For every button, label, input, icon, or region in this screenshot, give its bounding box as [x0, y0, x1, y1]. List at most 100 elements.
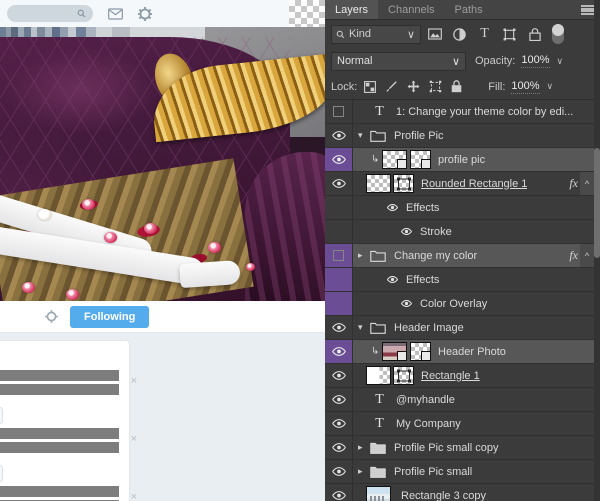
table-row[interactable]: ▸ Profile Pic small	[325, 460, 600, 484]
layer-visibility-toggle[interactable]	[325, 292, 353, 315]
layer-effects-badge[interactable]: fx	[569, 244, 578, 267]
dismiss-icon[interactable]: ×	[131, 375, 137, 387]
fill-value[interactable]: 100%	[511, 80, 540, 94]
list-item[interactable]: ×	[0, 370, 137, 400]
layer-visibility-toggle[interactable]	[325, 412, 353, 435]
table-row[interactable]: ▾ Profile Pic	[325, 124, 600, 148]
layer-visibility-toggle[interactable]	[325, 148, 353, 171]
table-row[interactable]: T 1: Change your theme color by edi...	[325, 100, 600, 124]
mail-icon[interactable]	[108, 7, 123, 20]
eye-icon[interactable]	[387, 276, 400, 283]
layer-mask-thumbnail[interactable]	[410, 342, 431, 361]
layer-visibility-toggle[interactable]	[325, 484, 353, 501]
opacity-value[interactable]: 100%	[521, 54, 550, 68]
layer-thumbnail[interactable]	[366, 174, 391, 193]
layer-visibility-toggle[interactable]	[325, 124, 353, 147]
chevron-right-icon[interactable]: ▸	[358, 250, 370, 261]
eye-icon[interactable]	[387, 204, 400, 211]
settings-gear-icon[interactable]	[45, 310, 58, 323]
layer-visibility-toggle[interactable]	[325, 340, 353, 363]
chevron-down-icon[interactable]: ▾	[358, 322, 370, 333]
layer-effects-badge[interactable]: fx	[569, 172, 578, 195]
chevron-right-icon[interactable]: ▸	[358, 466, 370, 477]
lock-image-pixels-icon[interactable]	[385, 80, 398, 93]
panel-scrollbar[interactable]	[594, 0, 600, 501]
layer-thumbnail[interactable]	[382, 150, 407, 169]
hamburger-menu-icon[interactable]	[581, 5, 594, 15]
type-layer-filter-icon[interactable]: T	[473, 23, 496, 45]
tab-paths[interactable]: Paths	[445, 0, 493, 19]
layer-name: Profile Pic	[394, 129, 444, 142]
filter-toggle-switch[interactable]	[552, 24, 564, 44]
table-row[interactable]: T @myhandle	[325, 388, 600, 412]
lock-artboard-nesting-icon[interactable]	[429, 80, 442, 93]
fill-chevron-icon[interactable]: ∨	[547, 81, 554, 92]
layer-visibility-toggle[interactable]	[325, 268, 353, 291]
table-row[interactable]: Rectangle 3 copy	[325, 484, 600, 501]
webpage-topbar	[0, 0, 325, 27]
layer-mask-thumbnail[interactable]	[410, 150, 431, 169]
search-input[interactable]	[7, 5, 93, 22]
table-row[interactable]: ▸ Change my color fx ^	[325, 244, 600, 268]
dismiss-icon[interactable]: ×	[131, 491, 137, 501]
layer-name: @myhandle	[396, 393, 455, 406]
follow-button[interactable]: Follow	[0, 465, 3, 482]
suggestion-lines	[0, 486, 119, 501]
table-row[interactable]: Stroke	[325, 220, 600, 244]
layer-visibility-toggle[interactable]	[325, 388, 353, 411]
eye-icon[interactable]	[401, 300, 414, 307]
chevron-down-icon[interactable]: ▾	[358, 130, 370, 141]
layer-visibility-toggle[interactable]	[325, 364, 353, 387]
tab-channels[interactable]: Channels	[378, 0, 444, 19]
layer-visibility-toggle[interactable]	[325, 172, 353, 195]
layer-name: Effects	[406, 201, 440, 214]
lock-transparent-pixels-icon[interactable]	[364, 80, 377, 93]
lock-position-icon[interactable]	[407, 80, 420, 93]
layer-visibility-toggle[interactable]	[325, 460, 353, 483]
dismiss-icon[interactable]: ×	[131, 433, 137, 445]
follow-button[interactable]: Follow	[0, 407, 3, 424]
following-button[interactable]: Following	[70, 305, 150, 328]
layer-visibility-toggle[interactable]	[325, 220, 353, 243]
collapse-effects-icon[interactable]: ^	[580, 244, 594, 267]
pixel-layer-filter-icon[interactable]	[423, 23, 446, 45]
table-row[interactable]: Effects	[325, 196, 600, 220]
layer-visibility-toggle[interactable]	[325, 436, 353, 459]
shape-layer-filter-icon[interactable]	[498, 23, 521, 45]
layer-thumbnail[interactable]	[382, 342, 407, 361]
adjustment-layer-filter-icon[interactable]	[448, 23, 471, 45]
table-row[interactable]: ↳ Header Photo	[325, 340, 600, 364]
blend-mode-dropdown[interactable]: Normal ∨	[331, 51, 466, 71]
list-item[interactable]: ×	[0, 428, 137, 458]
table-row[interactable]: ▸ Profile Pic small copy	[325, 436, 600, 460]
eye-icon	[331, 395, 346, 404]
eye-icon[interactable]	[401, 228, 414, 235]
layer-name: Profile Pic small copy	[394, 441, 499, 454]
chevron-right-icon[interactable]: ▸	[358, 442, 370, 453]
layer-thumbnail[interactable]	[366, 366, 391, 385]
layer-visibility-toggle[interactable]	[325, 244, 353, 267]
opacity-chevron-icon[interactable]: ∨	[557, 56, 564, 67]
layer-thumbnail[interactable]	[366, 486, 391, 501]
collapse-effects-icon[interactable]: ^	[580, 172, 594, 195]
table-row[interactable]: Rounded Rectangle 1 fx ^	[325, 172, 600, 196]
table-row[interactable]: ▾ Header Image	[325, 316, 600, 340]
table-row[interactable]: Effects	[325, 268, 600, 292]
vector-mask-thumbnail[interactable]	[393, 174, 414, 193]
gear-icon[interactable]	[138, 6, 152, 21]
table-row[interactable]: T My Company	[325, 412, 600, 436]
layer-visibility-toggle[interactable]	[325, 316, 353, 339]
hero-rose	[208, 242, 221, 253]
layer-visibility-toggle[interactable]	[325, 100, 353, 123]
table-row[interactable]: ↳ profile pic	[325, 148, 600, 172]
tab-layers[interactable]: Layers	[325, 0, 379, 19]
table-row[interactable]: Rectangle 1	[325, 364, 600, 388]
smart-object-filter-icon[interactable]	[523, 23, 546, 45]
scrollbar-thumb[interactable]	[594, 148, 600, 258]
layer-visibility-toggle[interactable]	[325, 196, 353, 219]
list-item[interactable]: ×	[0, 486, 137, 501]
vector-mask-thumbnail[interactable]	[393, 366, 414, 385]
lock-all-icon[interactable]	[451, 80, 462, 93]
table-row[interactable]: Color Overlay	[325, 292, 600, 316]
filter-kind-dropdown[interactable]: Kind ∨	[331, 24, 421, 44]
